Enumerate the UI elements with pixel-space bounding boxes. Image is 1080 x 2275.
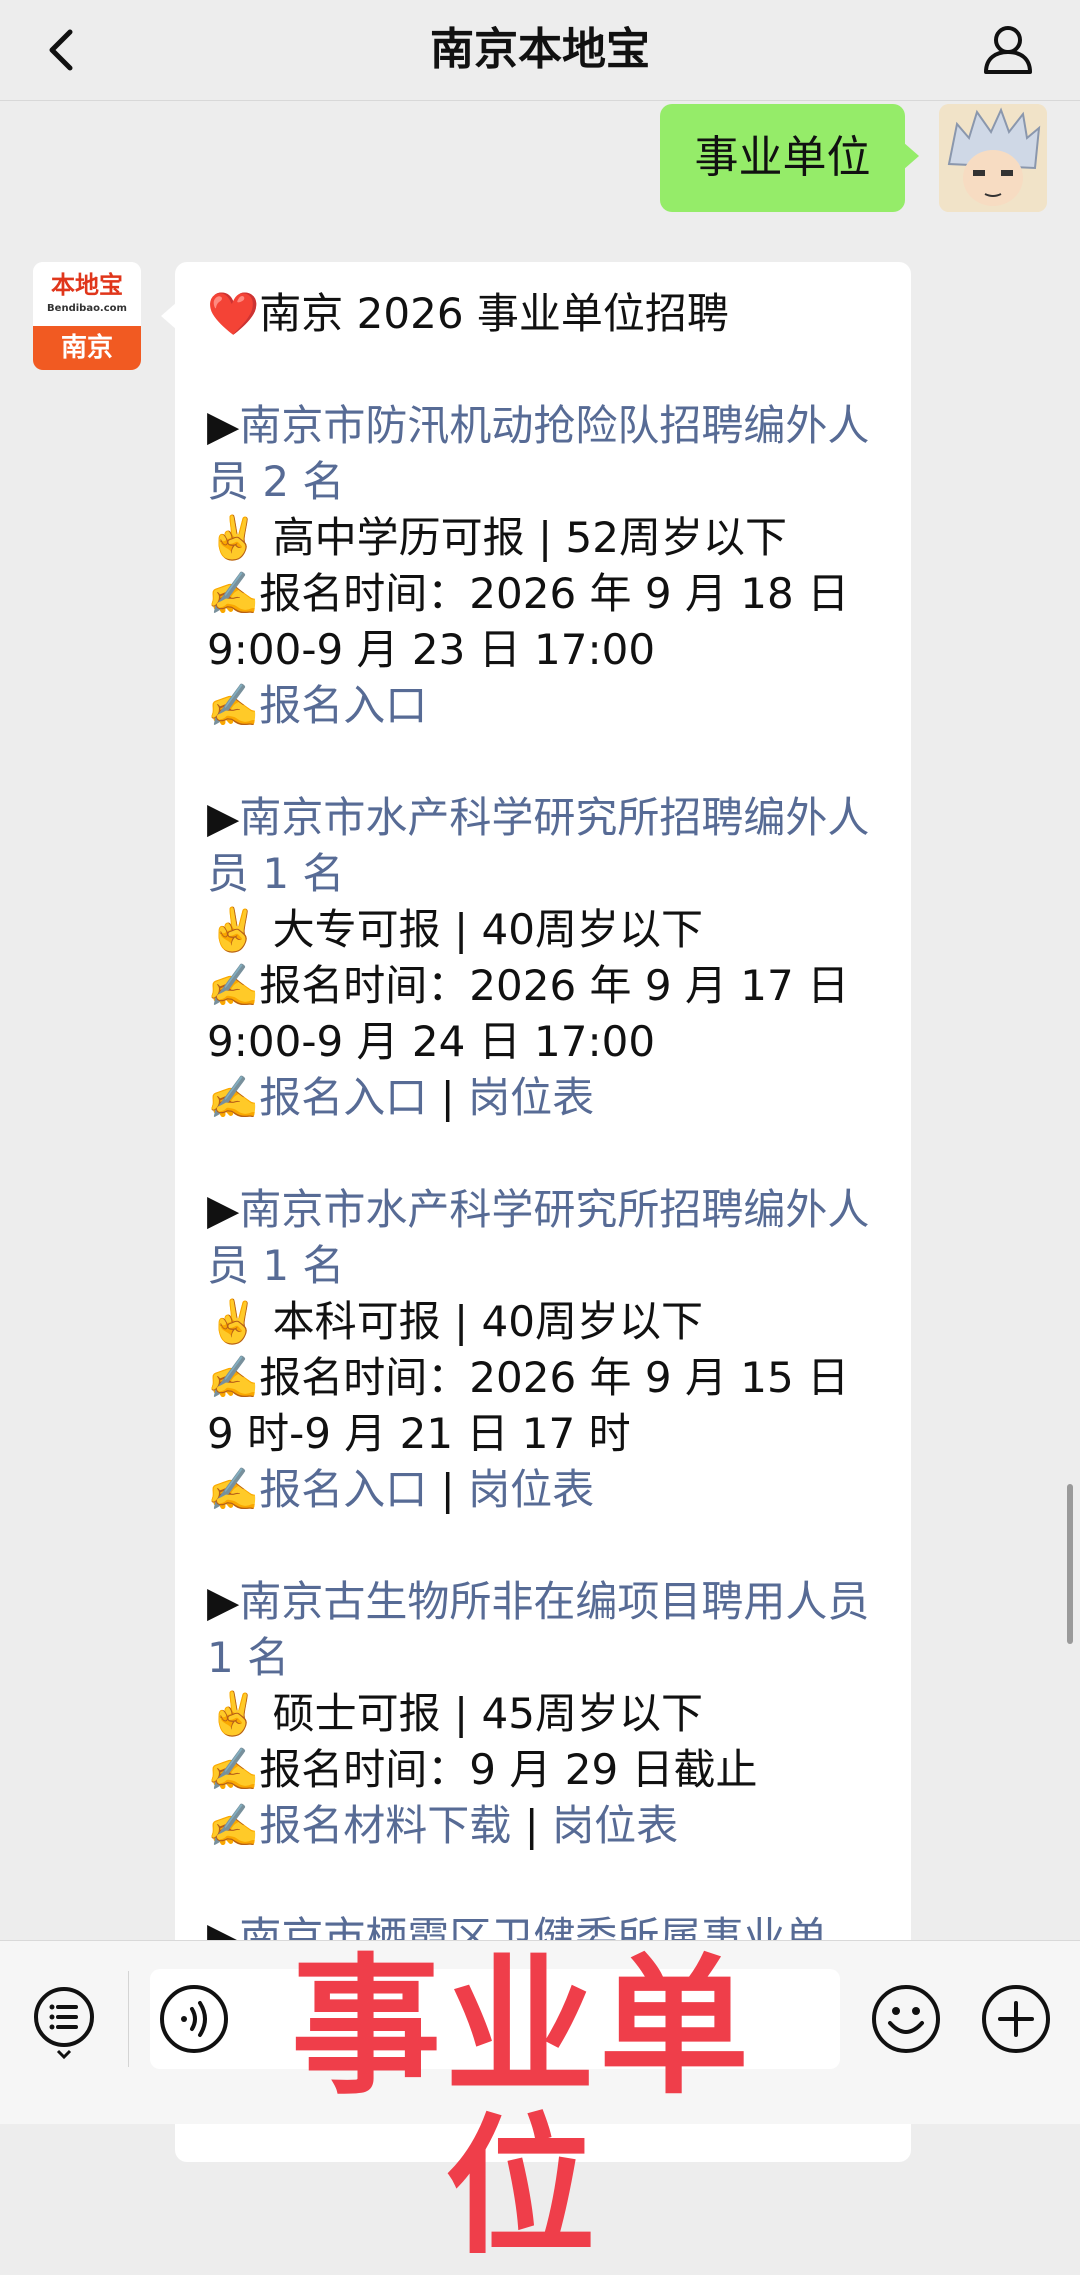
incoming-message-bubble: ❤️南京 2026 事业单位招聘 ▶南京市防汛机动抢险队招聘编外人员 2 名 ✌…: [161, 262, 911, 2162]
link-separator: |: [427, 1073, 469, 1122]
position-table-link[interactable]: 岗位表: [552, 1801, 678, 1850]
victory-hand-emoji: ✌️: [207, 1689, 260, 1738]
victory-hand-emoji: ✌️: [207, 1297, 260, 1346]
job-requirement: ✌️ 大专可报 | 40周岁以下: [207, 905, 703, 954]
menu-button[interactable]: [30, 1983, 98, 2063]
scrollbar[interactable]: [1067, 1484, 1073, 1644]
apply-link[interactable]: 报名入口: [259, 681, 427, 730]
materials-download-link[interactable]: 报名材料下载: [259, 1801, 511, 1850]
profile-button[interactable]: [978, 18, 1038, 82]
job-item: ▶南京市水产科学研究所招聘编外人员 1 名 ✌️ 本科可报 | 40周岁以下 ✍…: [207, 1182, 879, 1518]
position-table-link[interactable]: 岗位表: [468, 1073, 594, 1122]
job-item: ▶南京古生物所非在编项目聘用人员 1 名 ✌️ 硕士可报 | 45周岁以下 ✍️…: [207, 1574, 879, 1854]
play-bullet-icon: ▶: [207, 1185, 240, 1234]
my-avatar[interactable]: [939, 104, 1047, 212]
anime-avatar-image: [939, 104, 1047, 212]
avatar-logo: 本地宝 Bendibao.com: [33, 262, 141, 326]
job-links: ✍️报名入口: [207, 678, 879, 734]
play-bullet-icon: ▶: [207, 793, 240, 842]
writing-hand-emoji: ✍️: [207, 1745, 260, 1794]
writing-hand-emoji: ✍️: [207, 961, 260, 1010]
overlay-caption: 事业单位: [290, 1941, 753, 2275]
writing-hand-emoji: ✍️: [207, 1353, 260, 1402]
avatar-city-label: 南京: [33, 326, 141, 370]
job-item: ▶南京市水产科学研究所招聘编外人员 1 名 ✌️ 大专可报 | 40周岁以下 ✍…: [207, 790, 879, 1126]
official-account-avatar[interactable]: 本地宝 Bendibao.com 南京: [33, 262, 141, 370]
message-heading: ❤️南京 2026 事业单位招聘: [207, 289, 729, 338]
smiley-icon: [872, 1985, 940, 2053]
writing-hand-emoji: ✍️: [207, 1465, 260, 1514]
bar-divider: [128, 1971, 129, 2067]
job-requirement: ✌️ 硕士可报 | 45周岁以下: [207, 1689, 703, 1738]
more-button[interactable]: [980, 1983, 1052, 2055]
job-time: ✍️报名时间：2026 年 9 月 15 日 9 时-9 月 21 日 17 时: [207, 1353, 850, 1458]
page-title: 南京本地宝: [430, 24, 650, 75]
emoji-button[interactable]: [870, 1983, 942, 2055]
writing-hand-emoji: ✍️: [207, 681, 260, 730]
job-requirement: ✌️ 高中学历可报 | 52周岁以下: [207, 513, 787, 562]
person-icon: [984, 26, 1032, 74]
my-message-bubble[interactable]: 事业单位: [660, 104, 919, 212]
link-separator: |: [427, 1465, 469, 1514]
job-time: ✍️报名时间：2026 年 9 月 17 日 9:00-9 月 24 日 17:…: [207, 961, 850, 1066]
job-links: ✍️报名入口 | 岗位表: [207, 1462, 879, 1518]
play-bullet-icon: ▶: [207, 401, 240, 450]
apply-link[interactable]: 报名入口: [259, 1465, 427, 1514]
writing-hand-emoji: ✍️: [207, 1801, 260, 1850]
nav-header: 南京本地宝: [0, 0, 1080, 101]
job-time: ✍️报名时间：2026 年 9 月 18 日 9:00-9 月 23 日 17:…: [207, 569, 850, 674]
link-separator: |: [511, 1801, 553, 1850]
victory-hand-emoji: ✌️: [207, 513, 260, 562]
job-title[interactable]: ▶南京市水产科学研究所招聘编外人员 1 名: [207, 1182, 879, 1294]
position-table-link[interactable]: 岗位表: [468, 1465, 594, 1514]
job-item: ▶南京市防汛机动抢险队招聘编外人员 2 名 ✌️ 高中学历可报 | 52周岁以下…: [207, 398, 879, 734]
job-title[interactable]: ▶南京市防汛机动抢险队招聘编外人员 2 名: [207, 398, 879, 510]
victory-hand-emoji: ✌️: [207, 905, 260, 954]
job-requirement: ✌️ 本科可报 | 40周岁以下: [207, 1297, 703, 1346]
writing-hand-emoji: ✍️: [207, 1073, 260, 1122]
voice-icon: [160, 1985, 228, 2053]
writing-hand-emoji: ✍️: [207, 569, 260, 618]
job-links: ✍️报名材料下载 | 岗位表: [207, 1798, 879, 1854]
job-time: ✍️报名时间：9 月 29 日截止: [207, 1745, 758, 1794]
job-links: ✍️报名入口 | 岗位表: [207, 1070, 879, 1126]
apply-link[interactable]: 报名入口: [259, 1073, 427, 1122]
plus-icon: [982, 1985, 1050, 2053]
heart-emoji: ❤️: [207, 289, 260, 338]
play-bullet-icon: ▶: [207, 1577, 240, 1626]
job-title[interactable]: ▶南京市水产科学研究所招聘编外人员 1 名: [207, 790, 879, 902]
job-title[interactable]: ▶南京古生物所非在编项目聘用人员 1 名: [207, 1574, 879, 1686]
voice-button[interactable]: [158, 1983, 230, 2055]
menu-list-icon: [34, 1987, 94, 2060]
